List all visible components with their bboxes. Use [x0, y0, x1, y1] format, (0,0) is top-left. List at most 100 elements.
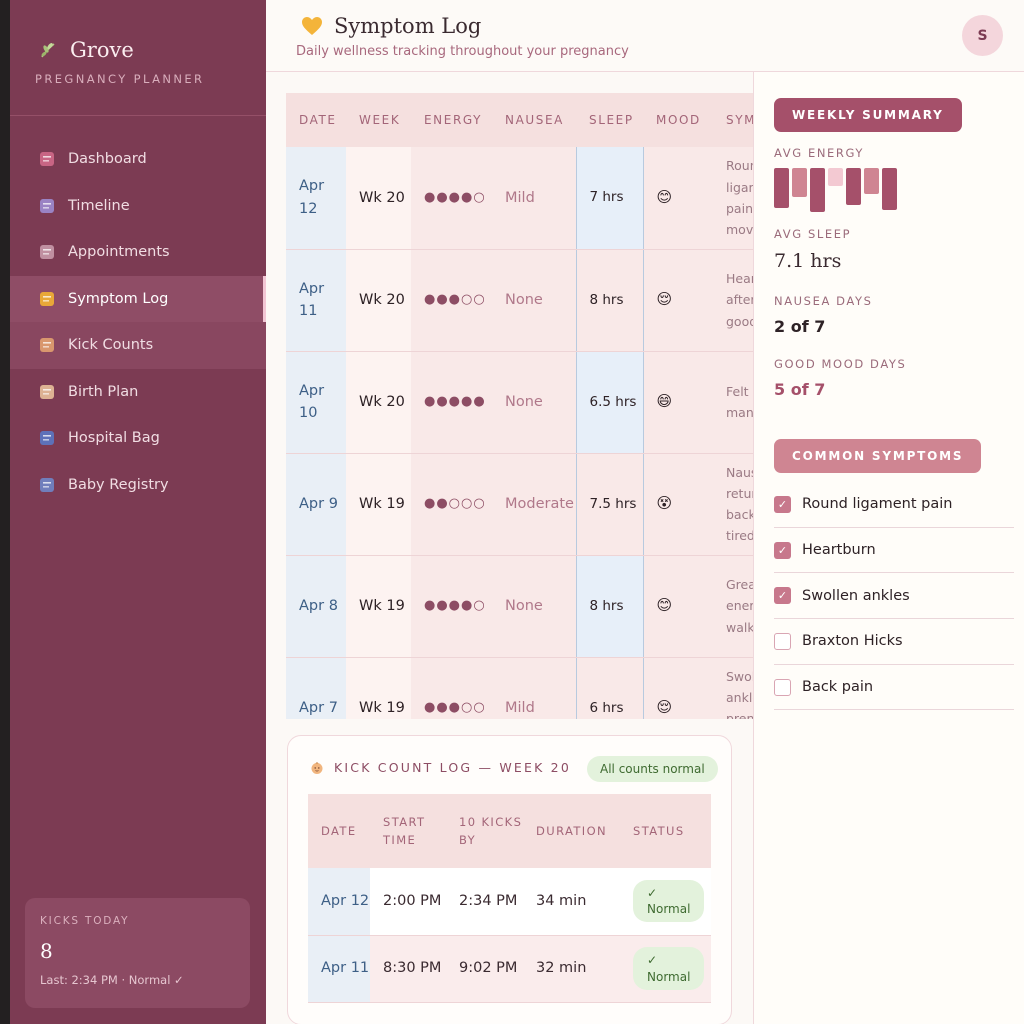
checkbox-unchecked-icon[interactable]	[774, 632, 791, 650]
checkbox-checked-icon[interactable]: ✓	[774, 495, 791, 513]
symptom-label: Back pain	[802, 679, 874, 696]
column-header[interactable]: WEEK	[346, 93, 411, 147]
check-icon: ✓	[647, 953, 658, 968]
cell-date: Apr 11	[308, 935, 370, 1003]
good-mood-value: 5 of 7	[774, 380, 826, 399]
column-header[interactable]: START TIME	[370, 794, 446, 868]
sidebar-item-symptom-log[interactable]: Symptom Log	[10, 275, 266, 322]
symptom-checkbox-item[interactable]: Braxton Hicks	[774, 619, 1014, 665]
status-badge: ✓ Normal	[633, 880, 705, 923]
status-text: Normal	[647, 969, 691, 984]
column-header[interactable]: SYMPTOMS / NOTES	[713, 93, 753, 147]
cell-date: Apr 8	[286, 555, 346, 658]
sidebar-item-label: Kick Counts	[68, 337, 154, 354]
symptom-checkbox-item[interactable]: ✓ Swollen ankles	[774, 573, 1014, 620]
common-symptoms-list: ✓ Round ligament pain ✓ Heartburn ✓ Swollen a…	[774, 482, 1014, 711]
sidebar-divider	[10, 115, 266, 116]
cell-sleep: 7 hrs	[575, 147, 644, 250]
status-badge: ✓ Normal	[633, 947, 705, 990]
sidebar-item-label: Baby Registry	[68, 476, 169, 493]
avg-energy-label: AVG ENERGY	[774, 146, 865, 160]
cell-energy: ●●●●○	[411, 147, 492, 250]
cell-start: 2:00 PM	[370, 868, 446, 936]
table-row[interactable]: Apr 11Wk 20●●●○○None8 hrs 😌 Heartburn afte…	[286, 249, 753, 352]
sidebar-item-birth-plan[interactable]: Birth Plan	[10, 369, 266, 416]
cell-notes: Felt kicks many times	[713, 351, 753, 454]
cell-nausea: None	[492, 555, 576, 658]
symptom-table: DATEWEEKENERGYNAUSEASLEEPMOODSYMPTOMS / …	[286, 93, 753, 719]
symptom-label: Braxton Hicks	[802, 633, 903, 650]
sidebar-item-label: Timeline	[68, 197, 130, 214]
checkbox-checked-icon[interactable]: ✓	[774, 587, 791, 605]
cell-week: Wk 20	[346, 147, 411, 250]
table-row[interactable]: Apr 7Wk 19●●●○○Mild6 hrs 😌 Swollen ankles,…	[286, 657, 753, 719]
kicks-today-card[interactable]: KICKS TODAY 8 Last: 2:34 PM · Normal ✓	[25, 898, 250, 1008]
cell-date: Apr 10	[286, 351, 346, 454]
cell-notes: Great energy, walk	[713, 555, 753, 658]
column-header[interactable]: DATE	[308, 794, 370, 868]
mood-icon: 😵	[656, 494, 673, 513]
page-title: Symptom Log	[300, 14, 481, 38]
sidebar-item-dashboard[interactable]: Dashboard	[10, 136, 266, 183]
cell-energy: ●●●○○	[411, 657, 492, 719]
table-row[interactable]: Apr 10Wk 20●●●●●None6.5 hrs 😄 Felt kicks m…	[286, 351, 753, 454]
brand: Grove	[38, 38, 134, 62]
symptom-table-container[interactable]: DATEWEEKENERGYNAUSEASLEEPMOODSYMPTOMS / …	[286, 93, 753, 719]
mood-icon: 😊	[656, 596, 673, 615]
energy-bar	[810, 168, 825, 212]
sidebar-item-baby-registry[interactable]: Baby Registry	[10, 462, 266, 509]
cell-week: Wk 20	[346, 351, 411, 454]
sidebar-item-kick-counts[interactable]: Kick Counts	[10, 322, 266, 369]
symptom-checkbox-item[interactable]: Back pain	[774, 665, 1014, 711]
energy-bar	[846, 168, 861, 205]
gift-boxes-icon	[38, 476, 56, 494]
column-header[interactable]: STATUS	[620, 794, 711, 868]
table-row[interactable]: Apr 9Wk 19●●○○○Moderate7.5 hrs 😵 Nausea re…	[286, 453, 753, 556]
avg-energy-chart	[774, 168, 904, 212]
column-header[interactable]: SLEEP	[576, 93, 643, 147]
kicks-today-sub: Last: 2:34 PM · Normal ✓	[40, 973, 184, 987]
column-header[interactable]: ENERGY	[411, 93, 492, 147]
cell-notes: Nausea returned, back pain, tired	[713, 453, 753, 556]
column-header[interactable]: DATE	[286, 93, 346, 147]
sidebar-item-appointments[interactable]: Appointments	[10, 229, 266, 276]
checkbox-checked-icon[interactable]: ✓	[774, 541, 791, 559]
cell-date: Apr 12	[308, 868, 370, 936]
page-title-text: Symptom Log	[334, 14, 482, 38]
bar-chart-icon	[38, 150, 56, 168]
yellow-heart-icon	[38, 290, 56, 308]
symptom-checkbox-item[interactable]: ✓ Round ligament pain	[774, 482, 1014, 528]
mood-icon: 😌	[656, 290, 673, 309]
brand-subtitle: PREGNANCY PLANNER	[35, 72, 205, 86]
avg-sleep-value: 7.1 hrs	[774, 250, 842, 272]
column-header[interactable]: 10 KICKS BY	[446, 794, 523, 868]
avatar[interactable]: S	[962, 15, 1003, 56]
kicks-today-value: 8	[40, 939, 53, 963]
cell-energy: ●●●●○	[411, 555, 492, 658]
calendar-icon	[38, 197, 56, 215]
common-symptoms-button[interactable]: COMMON SYMPTOMS	[774, 439, 982, 473]
cell-energy: ●●○○○	[411, 453, 492, 556]
table-row[interactable]: Apr 12Wk 20●●●●○Mild7 hrs 😊 Round ligament…	[286, 147, 753, 250]
column-header[interactable]: MOOD	[643, 93, 713, 147]
sidebar-item-timeline[interactable]: Timeline	[10, 183, 266, 230]
kick-count-header: KICK COUNT LOG — WEEK 20	[310, 760, 571, 775]
symptom-checkbox-item[interactable]: ✓ Heartburn	[774, 528, 1014, 574]
sidebar: Grove PREGNANCY PLANNER Dashboard Timelin…	[10, 0, 266, 1024]
cell-mood: 😊	[643, 555, 713, 658]
table-row[interactable]: Apr 11 8:30 PM 9:02 PM 32 min ✓ Normal	[308, 935, 711, 1003]
cell-mood: 😄	[643, 351, 713, 454]
weekly-summary-button[interactable]: WEEKLY SUMMARY	[774, 98, 962, 132]
cell-sleep: 8 hrs	[575, 555, 644, 658]
sidebar-item-label: Dashboard	[68, 151, 147, 168]
symptom-label: Heartburn	[802, 542, 876, 559]
column-header[interactable]: NAUSEA	[492, 93, 576, 147]
column-header[interactable]: DURATION	[523, 794, 620, 868]
checkbox-unchecked-icon[interactable]	[774, 678, 791, 696]
sidebar-item-hospital-bag[interactable]: Hospital Bag	[10, 415, 266, 462]
table-row[interactable]: Apr 8Wk 19●●●●○None8 hrs 😊 Great energy, w…	[286, 555, 753, 658]
status-text: Normal	[647, 902, 691, 917]
table-row[interactable]: Apr 12 2:00 PM 2:34 PM 34 min ✓ Normal	[308, 868, 711, 936]
energy-bar	[792, 168, 807, 197]
cell-notes: Heartburn after dinner, good overall	[713, 249, 753, 352]
